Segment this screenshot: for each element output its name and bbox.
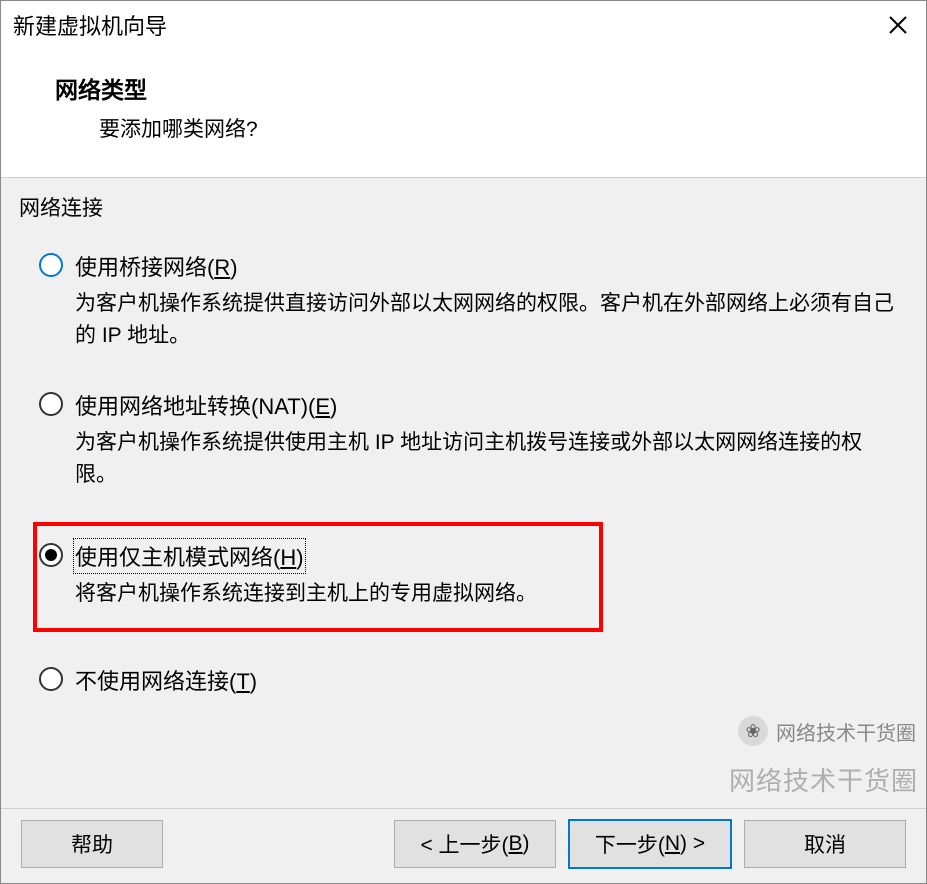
option-bridged-label: 使用桥接网络(R) (75, 250, 238, 282)
option-none[interactable]: 不使用网络连接(T) (37, 658, 910, 706)
option-bridged-text: 使用桥接网络(R) 为客户机操作系统提供直接访问外部以太网网络的权限。客户机在外… (75, 250, 904, 351)
option-hostonly-text: 使用仅主机模式网络(H) 将客户机操作系统连接到主机上的专用虚拟网络。 (75, 540, 593, 610)
group-label: 网络连接 (19, 192, 910, 222)
watermark-overlay: 网络技术干货圈 (729, 761, 918, 798)
option-hostonly-desc: 将客户机操作系统连接到主机上的专用虚拟网络。 (75, 578, 593, 610)
option-hostonly-label: 使用仅主机模式网络(H) (75, 540, 304, 572)
option-hostonly[interactable]: 使用仅主机模式网络(H) 将客户机操作系统连接到主机上的专用虚拟网络。 (33, 522, 603, 632)
network-connection-group: 网络连接 使用桥接网络(R) 为客户机操作系统提供直接访问外部以太网网络的权限。… (1, 178, 926, 728)
option-nat-text: 使用网络地址转换(NAT)(E) 为客户机操作系统提供使用主机 IP 地址访问主… (75, 389, 904, 490)
wizard-body: 网络连接 使用桥接网络(R) 为客户机操作系统提供直接访问外部以太网网络的权限。… (1, 178, 926, 808)
close-icon (888, 15, 908, 35)
radio-hostonly[interactable] (39, 543, 63, 567)
wizard-header: 网络类型 要添加哪类网络? (1, 53, 926, 178)
radio-bridged[interactable] (39, 253, 63, 277)
option-none-text: 不使用网络连接(T) (75, 664, 904, 696)
option-nat[interactable]: 使用网络地址转换(NAT)(E) 为客户机操作系统提供使用主机 IP 地址访问主… (37, 383, 910, 500)
close-button[interactable] (880, 7, 916, 43)
wizard-window: 新建虚拟机向导 网络类型 要添加哪类网络? 网络连接 使用桥接网络(R) 为客户… (0, 0, 927, 884)
option-bridged-desc: 为客户机操作系统提供直接访问外部以太网网络的权限。客户机在外部网络上必须有自己的… (75, 288, 895, 351)
cancel-button[interactable]: 取消 (744, 820, 906, 868)
wizard-footer: 帮助 < 上一步(B) 下一步(N) > 取消 (1, 808, 926, 883)
back-button[interactable]: < 上一步(B) (394, 820, 556, 868)
option-bridged[interactable]: 使用桥接网络(R) 为客户机操作系统提供直接访问外部以太网网络的权限。客户机在外… (37, 244, 910, 361)
window-title: 新建虚拟机向导 (13, 9, 167, 41)
radio-nat[interactable] (39, 392, 63, 416)
help-button[interactable]: 帮助 (21, 820, 163, 868)
page-heading: 网络类型 (55, 71, 906, 105)
page-subheading: 要添加哪类网络? (55, 113, 906, 143)
option-nat-label: 使用网络地址转换(NAT)(E) (75, 389, 337, 421)
radio-none[interactable] (39, 667, 63, 691)
option-none-label: 不使用网络连接(T) (75, 664, 257, 696)
options-list: 使用桥接网络(R) 为客户机操作系统提供直接访问外部以太网网络的权限。客户机在外… (17, 230, 910, 706)
next-button[interactable]: 下一步(N) > (568, 819, 732, 869)
option-nat-desc: 为客户机操作系统提供使用主机 IP 地址访问主机拨号连接或外部以太网网络连接的权… (75, 427, 895, 490)
titlebar: 新建虚拟机向导 (1, 1, 926, 53)
